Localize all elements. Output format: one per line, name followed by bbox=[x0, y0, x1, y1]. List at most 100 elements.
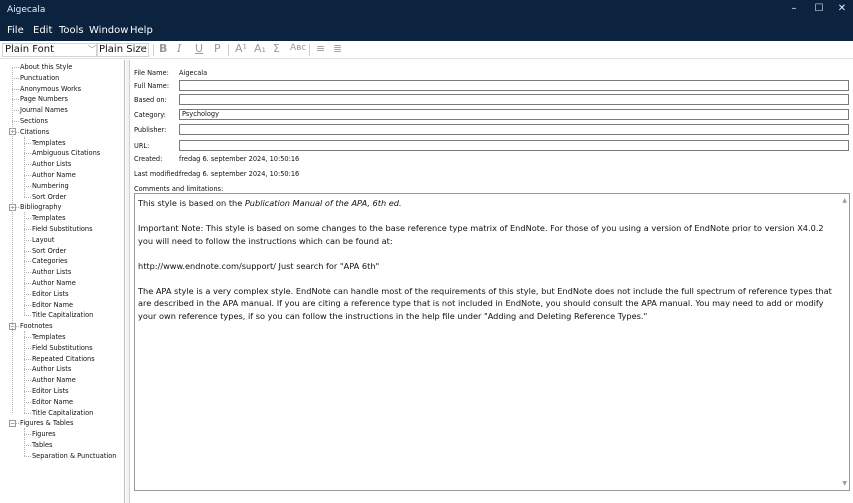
category-field[interactable]: Psychology bbox=[179, 109, 849, 120]
tree-connector bbox=[24, 153, 31, 155]
sidebar-item[interactable]: Repeated Citations bbox=[32, 354, 95, 364]
pane-splitter[interactable] bbox=[126, 60, 130, 503]
tree-connector bbox=[24, 455, 31, 457]
maximize-button[interactable]: ☐ bbox=[808, 3, 830, 14]
sidebar-item[interactable]: Punctuation bbox=[20, 73, 59, 83]
minimize-button[interactable]: – bbox=[783, 3, 805, 14]
sidebar-item[interactable]: Field Substitutions bbox=[32, 224, 93, 234]
modified-label: Last modified: bbox=[134, 170, 181, 178]
menu-edit[interactable]: Edit bbox=[33, 25, 52, 36]
sidebar-item[interactable]: Sections bbox=[20, 116, 48, 126]
url-label: URL: bbox=[134, 142, 150, 150]
tree-connector bbox=[24, 229, 31, 230]
menu-window[interactable]: Window bbox=[89, 25, 128, 36]
menu-tools[interactable]: Tools bbox=[59, 25, 84, 36]
sidebar-item[interactable]: Citations bbox=[20, 127, 49, 137]
sidebar-item[interactable]: Ambiguous Citations bbox=[32, 148, 100, 158]
based-on-field[interactable] bbox=[179, 94, 849, 105]
tree-connector bbox=[12, 77, 19, 79]
tree-connector bbox=[24, 412, 31, 414]
format-toolbar: Plain Font ﹀ Plain Size ﹀ B I U P A¹ A₁ … bbox=[0, 41, 853, 59]
sidebar-item[interactable]: Journal Names bbox=[20, 105, 68, 115]
align-left-icon[interactable]: ≡ bbox=[316, 42, 325, 55]
sidebar-item[interactable]: Templates bbox=[32, 138, 66, 148]
sidebar-item[interactable]: Layout bbox=[32, 235, 54, 245]
tree-connector bbox=[12, 67, 19, 68]
sidebar-item[interactable]: Sort Order bbox=[32, 246, 66, 256]
align-center-icon[interactable]: ≣ bbox=[333, 42, 342, 55]
sidebar-item[interactable]: Author Name bbox=[32, 278, 76, 288]
tree-connector bbox=[12, 67, 13, 413]
sidebar-item[interactable]: Editor Name bbox=[32, 300, 73, 310]
italic-icon[interactable]: I bbox=[177, 42, 181, 55]
font-select[interactable]: Plain Font ﹀ bbox=[2, 43, 98, 57]
comments-label: Comments and limitations: bbox=[134, 185, 224, 193]
bold-icon[interactable]: B bbox=[159, 42, 167, 55]
smallcaps-icon[interactable]: Aʙᴄ bbox=[290, 43, 306, 53]
tree-connector bbox=[24, 196, 31, 198]
file-name-label: File Name: bbox=[134, 69, 169, 77]
sidebar-item[interactable]: Tables bbox=[32, 440, 53, 450]
toolbar-divider bbox=[153, 44, 154, 56]
publisher-field[interactable] bbox=[179, 124, 849, 135]
size-select[interactable]: Plain Size ﹀ bbox=[96, 43, 149, 57]
tree-connector bbox=[24, 401, 31, 403]
underline-icon[interactable]: U bbox=[195, 42, 203, 55]
sidebar-item[interactable]: Author Lists bbox=[32, 364, 71, 374]
sidebar-item[interactable]: Editor Lists bbox=[32, 386, 69, 396]
sidebar-item[interactable]: Author Lists bbox=[32, 267, 71, 277]
comments-textarea[interactable]: This style is based on the Publication M… bbox=[134, 193, 850, 491]
sidebar-item[interactable]: About this Style bbox=[20, 62, 72, 72]
sidebar-item[interactable]: Anonymous Works bbox=[20, 84, 81, 94]
created-label: Created: bbox=[134, 155, 163, 163]
tree-connector bbox=[12, 99, 19, 101]
menu-bar: File Edit Tools Window Help bbox=[0, 22, 853, 41]
tree-connector bbox=[24, 380, 31, 382]
created-value: fredag 6. september 2024, 10:50:16 bbox=[179, 155, 300, 163]
sidebar-item[interactable]: Sort Order bbox=[32, 192, 66, 202]
scroll-up-icon[interactable]: ▲ bbox=[842, 197, 847, 204]
full-name-label: Full Name: bbox=[134, 82, 170, 90]
sidebar-item[interactable]: Author Name bbox=[32, 375, 76, 385]
sidebar-item[interactable]: Numbering bbox=[32, 181, 69, 191]
sidebar-item[interactable]: Title Capitalization bbox=[32, 408, 93, 418]
title-bar: Aigecala – ☐ ✕ bbox=[0, 0, 853, 22]
sidebar-item[interactable]: Footnotes bbox=[20, 321, 53, 331]
tree-connector bbox=[24, 272, 31, 274]
tree-connector bbox=[12, 121, 19, 122]
sidebar-item[interactable]: Title Capitalization bbox=[32, 310, 93, 320]
full-name-field[interactable] bbox=[179, 80, 849, 91]
symbol-icon[interactable]: Σ bbox=[273, 42, 280, 55]
tree-connector bbox=[24, 185, 31, 187]
sidebar-item[interactable]: Author Lists bbox=[32, 159, 71, 169]
sidebar-item[interactable]: Categories bbox=[32, 256, 68, 266]
superscript-icon[interactable]: A¹ bbox=[235, 42, 247, 55]
sidebar-item[interactable]: Templates bbox=[32, 332, 66, 342]
tree-connector bbox=[24, 212, 25, 316]
sidebar-item[interactable]: Figures bbox=[32, 429, 56, 439]
category-label: Category: bbox=[134, 111, 166, 119]
collapse-icon[interactable]: − bbox=[9, 419, 16, 427]
scroll-down-icon[interactable]: ▼ bbox=[842, 480, 847, 487]
url-field[interactable] bbox=[179, 140, 849, 151]
plain-icon[interactable]: P bbox=[214, 42, 221, 55]
tree-connector bbox=[24, 175, 31, 176]
sidebar-item[interactable]: Separation & Punctuation bbox=[32, 451, 116, 461]
sidebar-item[interactable]: Page Numbers bbox=[20, 94, 68, 104]
menu-help[interactable]: Help bbox=[130, 25, 153, 36]
close-button[interactable]: ✕ bbox=[831, 3, 853, 14]
tree-connector bbox=[12, 110, 19, 112]
sidebar-item[interactable]: Bibliography bbox=[20, 202, 61, 212]
sidebar-item[interactable]: Field Substitutions bbox=[32, 343, 93, 353]
sidebar-item[interactable]: Editor Lists bbox=[32, 289, 69, 299]
subscript-icon[interactable]: A₁ bbox=[254, 42, 266, 55]
menu-file[interactable]: File bbox=[7, 25, 24, 36]
tree-connector bbox=[24, 283, 31, 284]
sidebar-item[interactable]: Templates bbox=[32, 213, 66, 223]
sidebar-item[interactable]: Editor Name bbox=[32, 397, 73, 407]
tree-connector bbox=[24, 142, 31, 144]
tree-connector bbox=[24, 250, 31, 252]
sidebar-item[interactable]: Author Name bbox=[32, 170, 76, 180]
sidebar-item[interactable]: Figures & Tables bbox=[20, 418, 73, 428]
tree-connector bbox=[24, 337, 31, 338]
